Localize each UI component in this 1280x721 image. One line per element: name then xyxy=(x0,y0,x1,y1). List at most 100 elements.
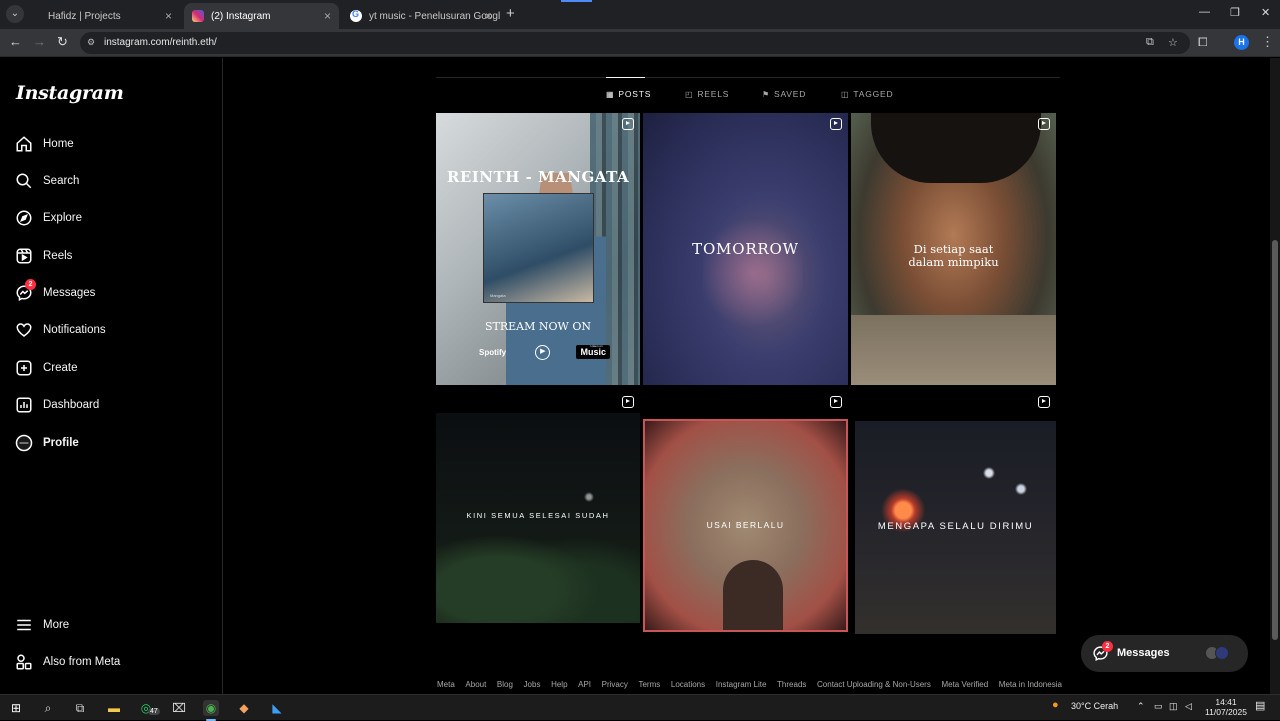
nav-profile[interactable]: Profile xyxy=(15,431,79,455)
post-tile[interactable]: TOMORROW xyxy=(643,113,848,385)
tab-tagged[interactable]: ◫ TAGGED xyxy=(841,89,893,99)
footer-link[interactable]: About xyxy=(465,680,486,689)
browser-tab[interactable]: Hafidz | Projects × xyxy=(30,3,180,29)
system-clock[interactable]: 14:41 11/07/2025 xyxy=(1203,697,1249,717)
profile-avatar-icon xyxy=(15,434,33,452)
back-arrow-icon[interactable]: ← xyxy=(9,34,22,49)
unread-badge: 2 xyxy=(25,279,36,290)
reel-icon xyxy=(1038,118,1050,130)
ig-sidebar: Instagram Home Search Explore Reels 2 Me… xyxy=(0,58,223,694)
maximize-icon[interactable]: ❐ xyxy=(1230,6,1240,19)
footer-link[interactable]: Help xyxy=(551,680,567,689)
footer-link[interactable]: Meta Verified xyxy=(941,680,988,689)
reload-icon[interactable]: ↻ xyxy=(57,34,68,50)
nav-messages[interactable]: 2 Messages xyxy=(15,279,95,305)
avatar xyxy=(1215,646,1229,660)
browser-tab[interactable]: yt music - Penelusuran Google × xyxy=(342,3,500,29)
scrollbar-thumb[interactable] xyxy=(1272,240,1278,640)
forward-arrow-icon[interactable]: → xyxy=(33,34,46,49)
footer-links: Meta About Blog Jobs Help API Privacy Te… xyxy=(437,680,1062,689)
nav-home[interactable]: Home xyxy=(15,132,74,156)
minimize-icon[interactable]: — xyxy=(1199,6,1210,18)
weather-text[interactable]: 30°C Cerah xyxy=(1071,701,1118,711)
page-scrollbar[interactable] xyxy=(1270,58,1280,694)
post-reel-marker xyxy=(851,391,1056,411)
chrome-icon[interactable]: ◉ xyxy=(203,700,219,716)
chevron-up-icon[interactable]: ⌃ xyxy=(1137,701,1145,712)
new-tab-plus-icon[interactable]: + xyxy=(506,5,515,22)
tab-posts[interactable]: ▦ POSTS xyxy=(606,89,651,99)
network-icon[interactable]: ◫ xyxy=(1169,701,1178,712)
page-viewport: Instagram Home Search Explore Reels 2 Me… xyxy=(0,58,1270,694)
close-icon[interactable]: × xyxy=(165,9,172,23)
tab-title: Hafidz | Projects xyxy=(48,10,121,22)
post-tile[interactable]: REINTH - MANGATA Mangata STREAM NOW ON S… xyxy=(436,113,640,385)
vscode-icon[interactable]: ◣ xyxy=(269,700,285,716)
instagram-logo[interactable]: Instagram xyxy=(16,82,124,104)
install-app-icon[interactable]: ⧉ xyxy=(1146,36,1154,49)
browser-tab-active[interactable]: (2) Instagram × xyxy=(184,3,339,29)
tab-reels[interactable]: ◰ REELS xyxy=(685,89,729,99)
browser-menu-icon[interactable]: ⋮ xyxy=(1261,34,1274,50)
close-icon[interactable]: × xyxy=(485,9,492,23)
nav-label: Create xyxy=(43,362,78,374)
apple-music-caption: Listen on xyxy=(590,344,603,348)
close-window-icon[interactable]: ✕ xyxy=(1261,6,1270,19)
footer-link[interactable]: Blog xyxy=(497,680,513,689)
footer-link[interactable]: Contact Uploading & Non-Users xyxy=(817,680,931,689)
clock-date: 11/07/2025 xyxy=(1205,707,1247,717)
tab-search-button[interactable]: ⌄ xyxy=(6,5,24,23)
tab-title: (2) Instagram xyxy=(211,10,271,22)
window-indicator xyxy=(561,0,592,2)
footer-link[interactable]: Jobs xyxy=(524,680,541,689)
windows-start-icon[interactable]: ⊞ xyxy=(8,700,24,716)
post-tile[interactable]: USAI BERLALU xyxy=(643,419,848,632)
post-reel-marker xyxy=(643,391,848,411)
nav-label: Notifications xyxy=(43,324,106,336)
footer-link[interactable]: Meta in Indonesia xyxy=(999,680,1062,689)
messages-floating-button[interactable]: 2 Messages xyxy=(1081,635,1248,672)
post-title: USAI BERLALU xyxy=(706,520,785,530)
heart-icon xyxy=(15,321,33,339)
task-view-icon[interactable]: ⧉ xyxy=(72,700,88,716)
nav-create[interactable]: Create xyxy=(15,356,78,380)
site-settings-icon[interactable]: ⚙ xyxy=(87,37,95,48)
footer-link[interactable]: API xyxy=(578,680,591,689)
extensions-puzzle-icon[interactable]: ⧠ xyxy=(1198,35,1208,50)
nav-dashboard[interactable]: Dashboard xyxy=(15,393,99,417)
close-icon[interactable]: × xyxy=(324,9,331,23)
post-photo xyxy=(723,560,783,630)
file-explorer-icon[interactable]: ▬ xyxy=(106,700,122,716)
bookmark-star-icon[interactable]: ☆ xyxy=(1168,36,1178,49)
nav-also-from-meta[interactable]: Also from Meta xyxy=(15,650,120,674)
capcut-icon[interactable]: ⌧ xyxy=(171,700,187,716)
post-tile[interactable]: Di setiap saat dalam mimpiku xyxy=(851,113,1056,385)
nav-search[interactable]: Search xyxy=(15,169,79,193)
notification-center-icon[interactable]: ▤ xyxy=(1255,699,1265,712)
footer-link[interactable]: Terms xyxy=(638,680,660,689)
footer-link[interactable]: Privacy xyxy=(602,680,628,689)
address-bar[interactable]: ⚙ instagram.com/reinth.eth/ ⧉ ☆ xyxy=(80,32,1190,54)
post-tile[interactable]: MENGAPA SELALU DIRIMU xyxy=(855,421,1056,634)
volume-icon[interactable]: ◁ xyxy=(1185,701,1192,712)
app-icon[interactable]: ◆ xyxy=(236,700,252,716)
url-text: instagram.com/reinth.eth/ xyxy=(104,37,217,48)
post-photo xyxy=(703,213,803,333)
cover-text: Mangata xyxy=(490,293,506,298)
search-icon[interactable]: ⌕ xyxy=(40,700,56,716)
nav-label: Also from Meta xyxy=(43,656,121,668)
nav-notifications[interactable]: Notifications xyxy=(15,318,106,342)
tab-saved[interactable]: ⚑ SAVED xyxy=(762,89,806,99)
browser-profile-avatar[interactable]: H xyxy=(1234,35,1249,50)
battery-icon[interactable]: ▭ xyxy=(1154,701,1163,712)
nav-explore[interactable]: Explore xyxy=(15,206,82,230)
post-tile[interactable]: KINI SEMUA SELESAI SUDAH xyxy=(436,413,640,623)
footer-link[interactable]: Threads xyxy=(777,680,806,689)
footer-link[interactable]: Locations xyxy=(671,680,705,689)
nav-more[interactable]: More xyxy=(15,613,69,637)
nav-reels[interactable]: Reels xyxy=(15,244,72,268)
nav-label: Explore xyxy=(43,212,82,224)
footer-link[interactable]: Instagram Lite xyxy=(716,680,767,689)
footer-link[interactable]: Meta xyxy=(437,680,455,689)
meta-apps-icon xyxy=(15,653,33,671)
